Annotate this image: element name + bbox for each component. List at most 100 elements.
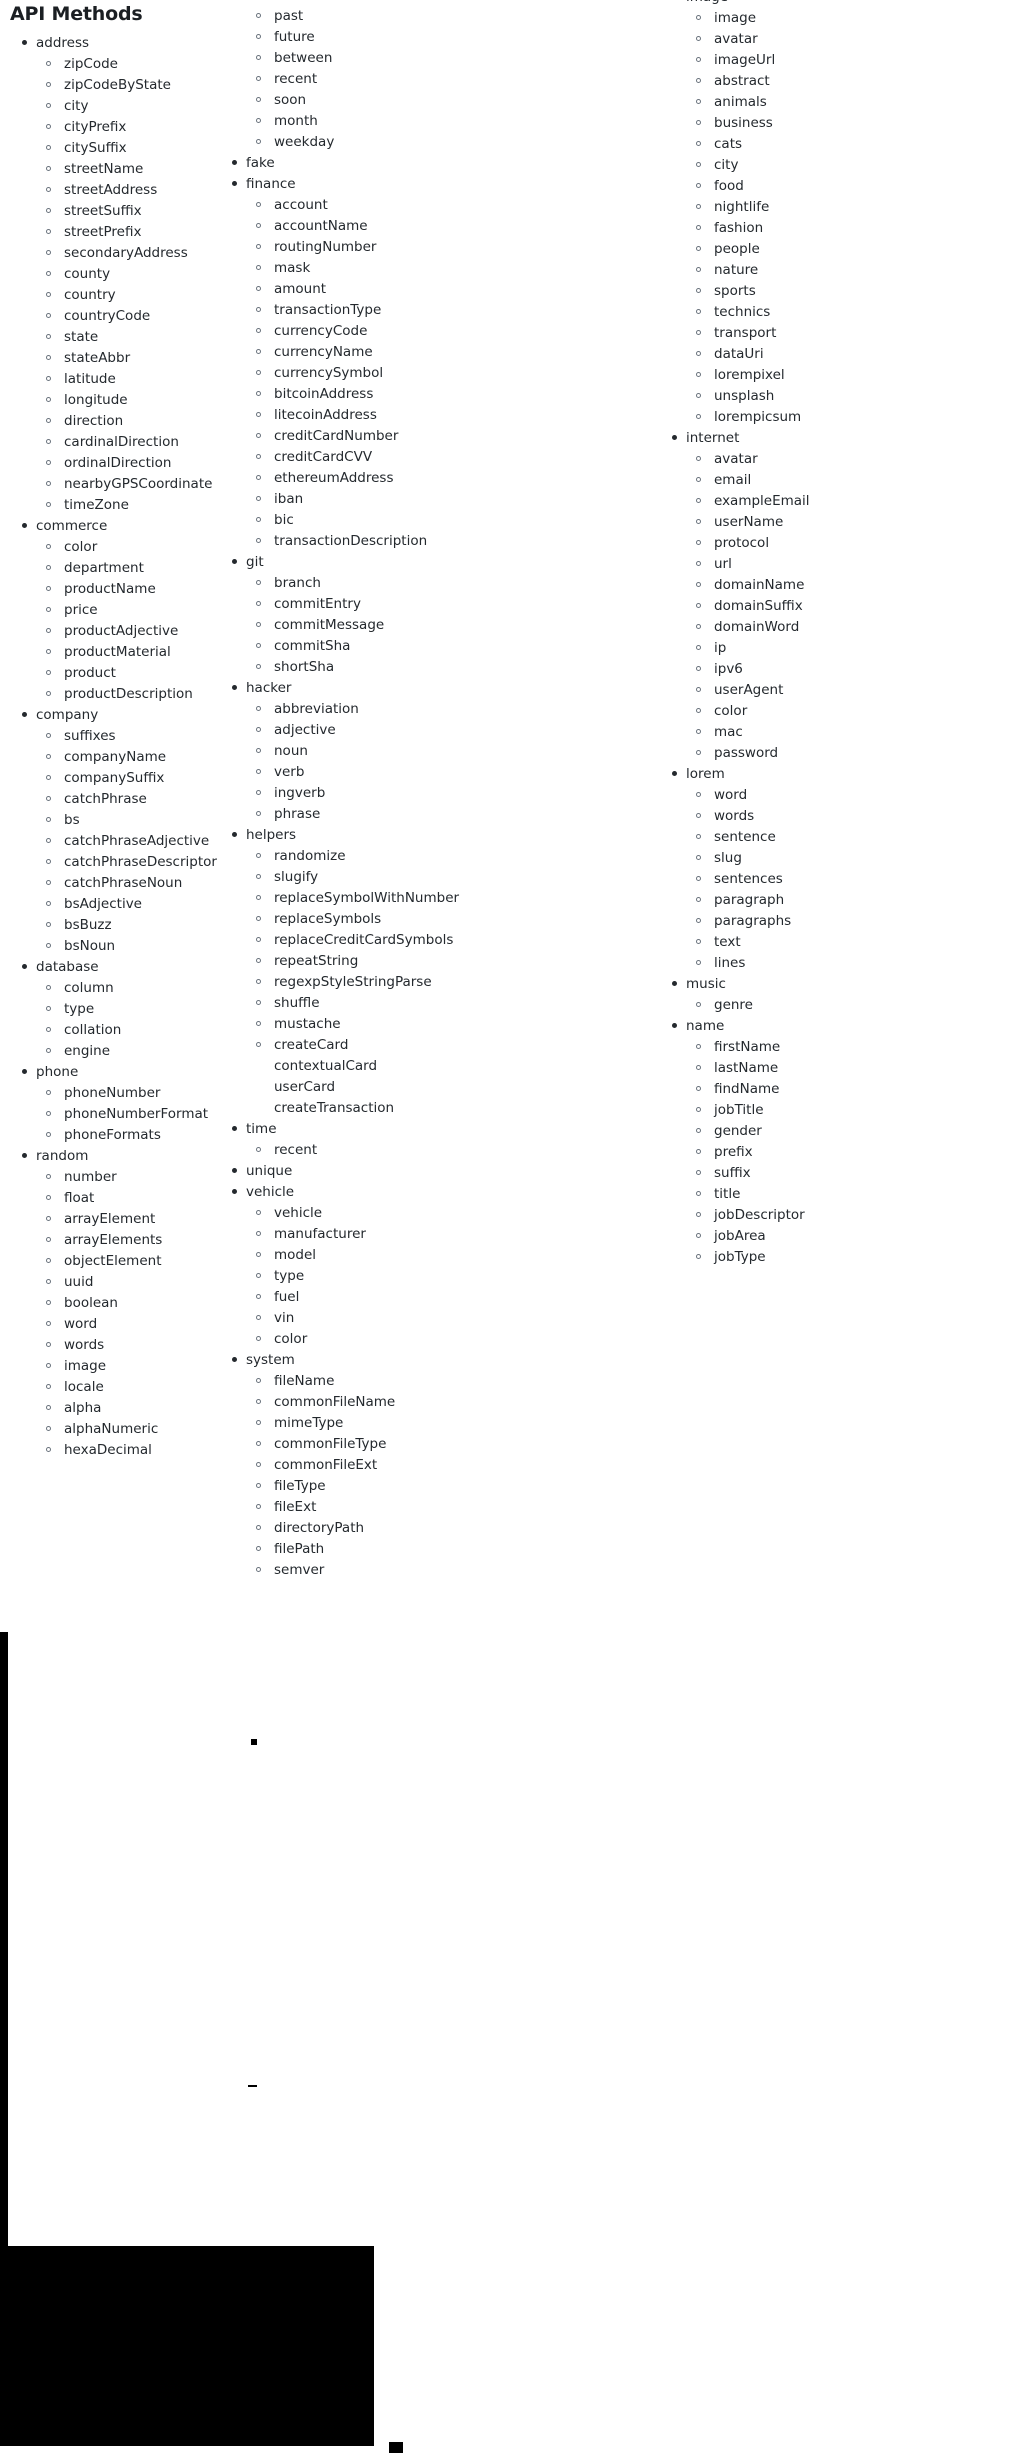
api-method-business[interactable]: business [686, 112, 1035, 133]
api-method-commitEntry[interactable]: commitEntry [246, 593, 555, 614]
api-method-amount[interactable]: amount [246, 278, 555, 299]
api-method-creditCardCVV[interactable]: creditCardCVV [246, 446, 555, 467]
api-method-firstName[interactable]: firstName [686, 1036, 1035, 1057]
api-method-color[interactable]: color [246, 1328, 555, 1349]
api-method-word[interactable]: word [686, 784, 1035, 805]
api-method-image[interactable]: image [686, 7, 1035, 28]
api-method-filePath[interactable]: filePath [246, 1538, 555, 1559]
api-method-lastName[interactable]: lastName [686, 1057, 1035, 1078]
api-method-month[interactable]: month [246, 110, 555, 131]
api-method-ipv6[interactable]: ipv6 [686, 658, 1035, 679]
api-method-branch[interactable]: branch [246, 572, 555, 593]
api-method-contextualCard[interactable]: contextualCard [246, 1055, 555, 1076]
api-method-suffix[interactable]: suffix [686, 1162, 1035, 1183]
api-method-domainName[interactable]: domainName [686, 574, 1035, 595]
api-method-accountName[interactable]: accountName [246, 215, 555, 236]
api-method-lorempicsum[interactable]: lorempicsum [686, 406, 1035, 427]
api-method-domainSuffix[interactable]: domainSuffix [686, 595, 1035, 616]
api-method-creditCardNumber[interactable]: creditCardNumber [246, 425, 555, 446]
api-method-animals[interactable]: animals [686, 91, 1035, 112]
api-method-transactionType[interactable]: transactionType [246, 299, 555, 320]
api-method-protocol[interactable]: protocol [686, 532, 1035, 553]
api-method-password[interactable]: password [686, 742, 1035, 763]
api-method-avatar[interactable]: avatar [686, 28, 1035, 49]
api-method-future[interactable]: future [246, 26, 555, 47]
api-method-fileName[interactable]: fileName [246, 1370, 555, 1391]
api-method-cats[interactable]: cats [686, 133, 1035, 154]
api-method-commonFileName[interactable]: commonFileName [246, 1391, 555, 1412]
api-method-email[interactable]: email [686, 469, 1035, 490]
api-method-routingNumber[interactable]: routingNumber [246, 236, 555, 257]
api-method-unsplash[interactable]: unsplash [686, 385, 1035, 406]
api-method-bic[interactable]: bic [246, 509, 555, 530]
api-method-litecoinAddress[interactable]: litecoinAddress [246, 404, 555, 425]
api-method-people[interactable]: people [686, 238, 1035, 259]
api-method-exampleEmail[interactable]: exampleEmail [686, 490, 1035, 511]
api-method-jobType[interactable]: jobType [686, 1246, 1035, 1267]
api-method-replaceSymbolWithNumber[interactable]: replaceSymbolWithNumber [246, 887, 555, 908]
api-method-fileExt[interactable]: fileExt [246, 1496, 555, 1517]
api-method-type[interactable]: type [246, 1265, 555, 1286]
api-method-dataUri[interactable]: dataUri [686, 343, 1035, 364]
api-method-randomize[interactable]: randomize [246, 845, 555, 866]
api-method-gender[interactable]: gender [686, 1120, 1035, 1141]
api-method-transport[interactable]: transport [686, 322, 1035, 343]
api-method-commonFileType[interactable]: commonFileType [246, 1433, 555, 1454]
api-method-city[interactable]: city [686, 154, 1035, 175]
api-method-slugify[interactable]: slugify [246, 866, 555, 887]
api-method-manufacturer[interactable]: manufacturer [246, 1223, 555, 1244]
api-method-ethereumAddress[interactable]: ethereumAddress [246, 467, 555, 488]
api-method-findName[interactable]: findName [686, 1078, 1035, 1099]
api-method-mustache[interactable]: mustache [246, 1013, 555, 1034]
api-method-userAgent[interactable]: userAgent [686, 679, 1035, 700]
api-method-repeatString[interactable]: repeatString [246, 950, 555, 971]
api-method-avatar[interactable]: avatar [686, 448, 1035, 469]
api-method-noun[interactable]: noun [246, 740, 555, 761]
api-method-soon[interactable]: soon [246, 89, 555, 110]
api-method-sentence[interactable]: sentence [686, 826, 1035, 847]
api-method-directoryPath[interactable]: directoryPath [246, 1517, 555, 1538]
api-method-userCard[interactable]: userCard [246, 1076, 555, 1097]
api-method-commitSha[interactable]: commitSha [246, 635, 555, 656]
api-method-fashion[interactable]: fashion [686, 217, 1035, 238]
api-method-createTransaction[interactable]: createTransaction [246, 1097, 555, 1118]
api-method-regexpStyleStringParse[interactable]: regexpStyleStringParse [246, 971, 555, 992]
api-method-domainWord[interactable]: domainWord [686, 616, 1035, 637]
api-method-currencyCode[interactable]: currencyCode [246, 320, 555, 341]
api-method-mac[interactable]: mac [686, 721, 1035, 742]
api-method-model[interactable]: model [246, 1244, 555, 1265]
api-method-text[interactable]: text [686, 931, 1035, 952]
api-method-between[interactable]: between [246, 47, 555, 68]
api-method-account[interactable]: account [246, 194, 555, 215]
api-method-sports[interactable]: sports [686, 280, 1035, 301]
api-method-commonFileExt[interactable]: commonFileExt [246, 1454, 555, 1475]
api-method-ip[interactable]: ip [686, 637, 1035, 658]
api-method-recent[interactable]: recent [246, 1139, 555, 1160]
api-method-commitMessage[interactable]: commitMessage [246, 614, 555, 635]
api-method-jobDescriptor[interactable]: jobDescriptor [686, 1204, 1035, 1225]
api-method-transactionDescription[interactable]: transactionDescription [246, 530, 555, 551]
api-method-weekday[interactable]: weekday [246, 131, 555, 152]
api-method-past[interactable]: past [246, 5, 555, 26]
api-method-createCard[interactable]: createCard [246, 1034, 555, 1055]
api-method-ingverb[interactable]: ingverb [246, 782, 555, 803]
api-method-replaceCreditCardSymbols[interactable]: replaceCreditCardSymbols [246, 929, 555, 950]
api-method-phrase[interactable]: phrase [246, 803, 555, 824]
api-method-currencyName[interactable]: currencyName [246, 341, 555, 362]
api-method-iban[interactable]: iban [246, 488, 555, 509]
api-method-fileType[interactable]: fileType [246, 1475, 555, 1496]
api-method-slug[interactable]: slug [686, 847, 1035, 868]
api-method-sentences[interactable]: sentences [686, 868, 1035, 889]
api-method-prefix[interactable]: prefix [686, 1141, 1035, 1162]
api-method-nightlife[interactable]: nightlife [686, 196, 1035, 217]
api-method-shortSha[interactable]: shortSha [246, 656, 555, 677]
api-method-paragraph[interactable]: paragraph [686, 889, 1035, 910]
api-method-food[interactable]: food [686, 175, 1035, 196]
api-method-adjective[interactable]: adjective [246, 719, 555, 740]
api-method-verb[interactable]: verb [246, 761, 555, 782]
api-method-jobTitle[interactable]: jobTitle [686, 1099, 1035, 1120]
api-method-title[interactable]: title [686, 1183, 1035, 1204]
api-method-vin[interactable]: vin [246, 1307, 555, 1328]
api-method-lines[interactable]: lines [686, 952, 1035, 973]
api-method-shuffle[interactable]: shuffle [246, 992, 555, 1013]
